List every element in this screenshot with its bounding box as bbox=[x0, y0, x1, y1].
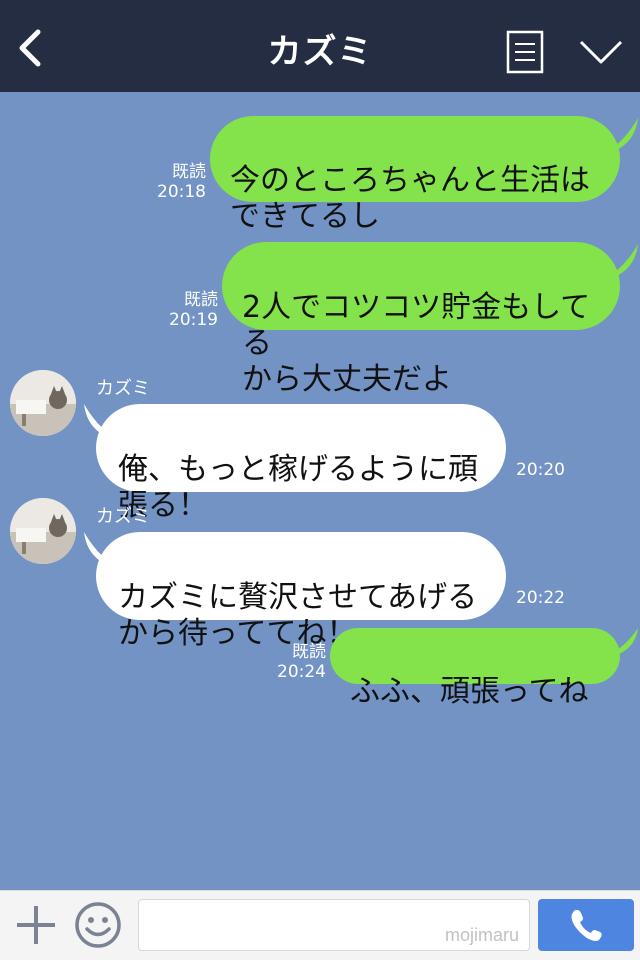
sender-name: カズミ bbox=[96, 378, 150, 399]
smile-icon[interactable] bbox=[74, 901, 122, 949]
avatar[interactable] bbox=[10, 498, 76, 564]
chat-title: カズミ bbox=[267, 32, 373, 72]
read-receipt: 既読 bbox=[292, 642, 326, 662]
message-text: ふふ、頑張ってね bbox=[350, 674, 589, 709]
call-button[interactable] bbox=[538, 899, 634, 951]
chat-area[interactable]: 既読 20:18 今のところちゃんと生活は できてるし 既読 20:19 2人で… bbox=[0, 92, 640, 890]
read-receipt: 既読 bbox=[172, 162, 206, 182]
bubble-tail bbox=[606, 118, 638, 154]
message-time: 20:19 bbox=[169, 310, 218, 330]
their-message-bubble[interactable]: カズミに贅沢させてあげる から待っててね！ bbox=[96, 532, 506, 651]
message-text: 俺、もっと稼げるように頑 張る！ bbox=[118, 452, 478, 523]
my-message-bubble[interactable]: 今のところちゃんと生活は できてるし bbox=[210, 116, 620, 234]
chat-header: カズミ bbox=[0, 0, 640, 92]
read-receipt: 既読 bbox=[184, 290, 218, 310]
my-message-bubble[interactable]: 2人でコツコツ貯金もしてる から大丈夫だよ bbox=[222, 242, 620, 397]
message-time: 20:22 bbox=[516, 588, 565, 608]
message-status: 既読 20:24 bbox=[272, 642, 326, 682]
sender-name: カズミ bbox=[96, 506, 150, 527]
avatar[interactable] bbox=[10, 370, 76, 436]
message-time: 20:24 bbox=[277, 662, 326, 682]
chevron-down-icon[interactable] bbox=[578, 34, 624, 68]
message-status: 既読 20:19 bbox=[164, 290, 218, 330]
message-status: 既読 20:18 bbox=[150, 162, 206, 202]
my-message-bubble[interactable]: ふふ、頑張ってね bbox=[330, 628, 620, 709]
message-time: 20:18 bbox=[157, 182, 206, 202]
message-text: 今のところちゃんと生活は できてるし bbox=[230, 163, 590, 234]
bubble-tail bbox=[606, 628, 638, 658]
message-text: 2人でコツコツ貯金もしてる から大丈夫だよ bbox=[242, 290, 591, 397]
message-time: 20:20 bbox=[516, 460, 565, 480]
their-message-bubble[interactable]: 俺、もっと稼げるように頑 張る！ bbox=[96, 404, 506, 523]
input-bar: mojimaru bbox=[0, 890, 640, 960]
watermark: mojimaru bbox=[444, 925, 519, 945]
message-input[interactable]: mojimaru bbox=[138, 899, 530, 951]
menu-list-icon[interactable] bbox=[506, 30, 544, 74]
plus-icon[interactable] bbox=[14, 903, 58, 947]
bubble-tail bbox=[606, 244, 638, 280]
phone-icon bbox=[571, 910, 602, 941]
